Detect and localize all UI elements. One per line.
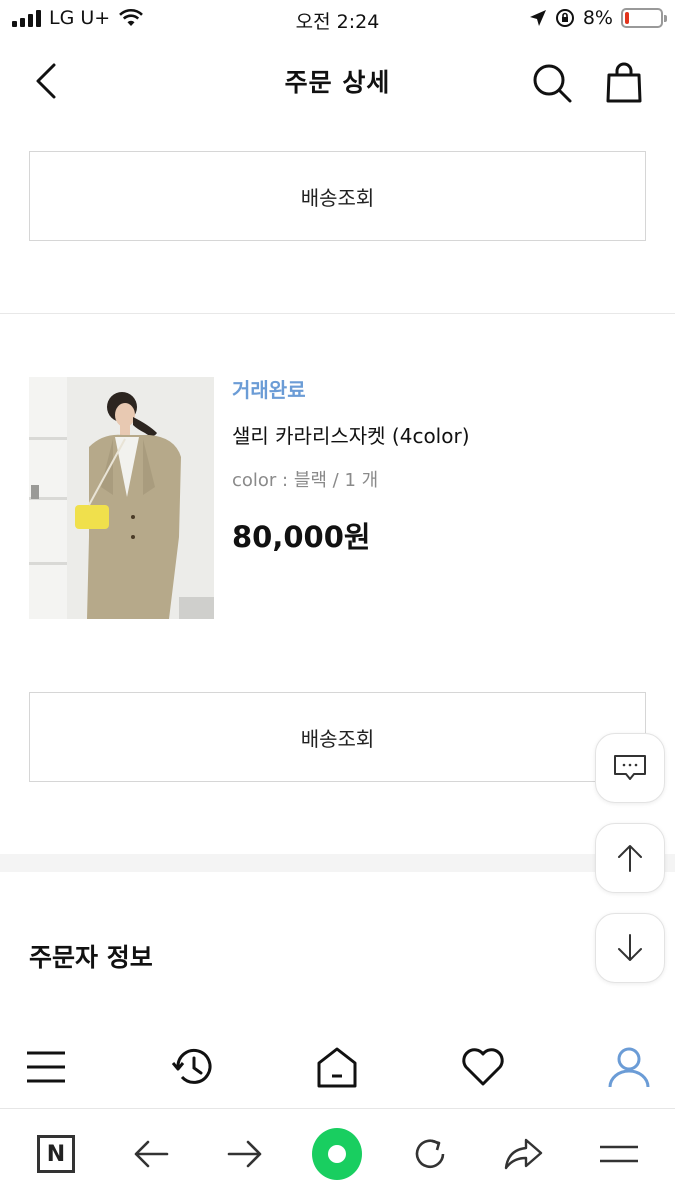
product-price: 80,000원: [232, 520, 371, 554]
scroll-bottom-button[interactable]: [595, 913, 665, 983]
orderer-info-title: 주문자 정보: [29, 943, 153, 972]
browser-forward-button[interactable]: [220, 1129, 270, 1179]
forward-arrow-icon: [227, 1140, 262, 1168]
product-option: color : 블랙 / 1 개: [232, 470, 379, 491]
nav-mypage-button[interactable]: [604, 1042, 654, 1092]
browser-share-button[interactable]: [498, 1129, 548, 1179]
user-icon: [608, 1047, 650, 1088]
nav-home-button[interactable]: [312, 1042, 362, 1092]
chat-button[interactable]: [595, 733, 665, 803]
order-status-label: 거래완료: [232, 378, 306, 402]
nav-menu-button[interactable]: [21, 1042, 71, 1092]
rotation-lock-icon: [555, 9, 574, 27]
section-divider: [0, 313, 675, 314]
browser-menu-icon: [600, 1145, 638, 1163]
location-icon: [529, 10, 546, 26]
history-icon: [171, 1048, 212, 1084]
chat-icon: [614, 755, 646, 780]
browser-reload-button[interactable]: [405, 1129, 455, 1179]
section-separator: [0, 854, 675, 872]
battery-icon: [621, 8, 667, 28]
reload-icon: [415, 1139, 445, 1169]
home-icon: [317, 1047, 357, 1088]
product-name[interactable]: 샐리 카라리스자켓 (4color): [232, 420, 470, 449]
status-bar: LG U+ 오전 2:24 8%: [0, 0, 675, 40]
browser-toolbar: N: [0, 1108, 675, 1200]
product-image[interactable]: [29, 377, 214, 619]
app-header: 주문 상세: [0, 45, 675, 117]
status-right: 8%: [529, 7, 667, 29]
arrow-up-icon: [618, 845, 642, 872]
browser-menu-button[interactable]: [594, 1129, 644, 1179]
green-dot-button[interactable]: [312, 1128, 362, 1180]
arrow-down-icon: [618, 934, 642, 961]
search-button[interactable]: [528, 59, 576, 107]
menu-icon: [27, 1051, 65, 1083]
shopping-bag-icon: [606, 62, 642, 103]
app-bottom-nav: [0, 1024, 675, 1108]
heart-icon: [462, 1048, 504, 1086]
product-photo-illustration: [29, 377, 214, 619]
scroll-top-button[interactable]: [595, 823, 665, 893]
back-arrow-icon: [134, 1140, 169, 1168]
green-circle-icon: [312, 1128, 362, 1180]
search-icon: [533, 64, 572, 103]
battery-percent: 8%: [582, 7, 613, 29]
battery-level: [625, 12, 630, 24]
nav-wishlist-button[interactable]: [458, 1042, 508, 1092]
track-delivery-button-top[interactable]: 배송조회: [29, 151, 646, 241]
track-delivery-button[interactable]: 배송조회: [29, 692, 646, 782]
nav-history-button[interactable]: [167, 1042, 217, 1092]
browser-back-button[interactable]: [126, 1129, 176, 1179]
share-icon: [504, 1138, 543, 1170]
naver-icon: N: [37, 1135, 75, 1173]
cart-button[interactable]: [600, 59, 648, 107]
naver-button[interactable]: N: [31, 1129, 81, 1179]
